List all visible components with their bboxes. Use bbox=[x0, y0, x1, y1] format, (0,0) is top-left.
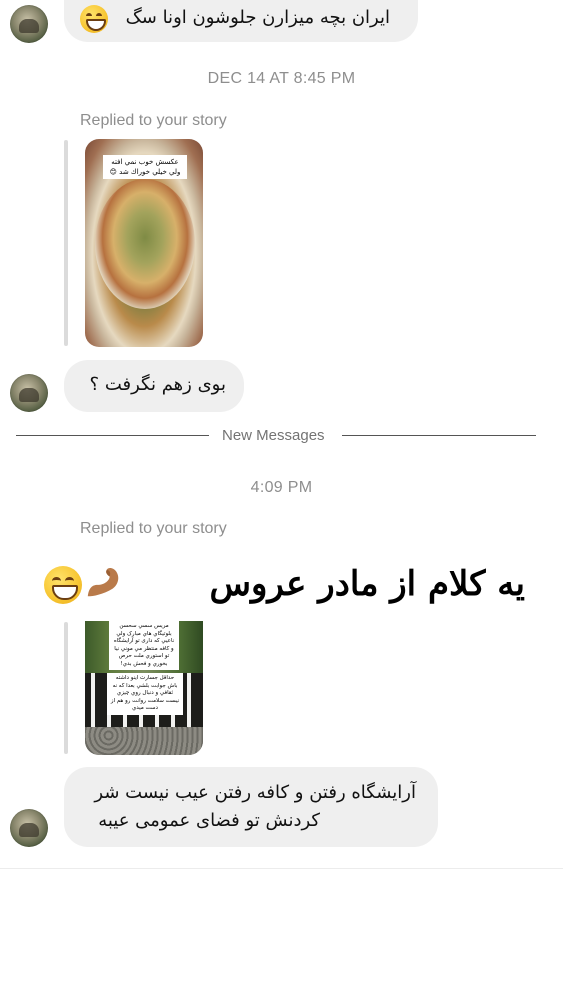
story-caption: عکسش خوب نمي افته ولي خيلي خوراك شد 😊 bbox=[103, 155, 187, 179]
reply-quote-bar bbox=[64, 622, 68, 754]
divider-right bbox=[342, 435, 536, 436]
story-thumbnail[interactable]: عکسش خوب نمي افته ولي خيلي خوراك شد 😊 bbox=[85, 139, 203, 347]
cobblestone-image bbox=[85, 727, 203, 755]
reply-quote-bar bbox=[64, 140, 68, 346]
avatar[interactable] bbox=[10, 809, 48, 847]
timestamp: DEC 14 AT 8:45 PM bbox=[207, 70, 356, 87]
story-caption: مريس سسي سحسن بلوتيگاي هاي مبارک ولي ناع… bbox=[109, 621, 179, 670]
avatar[interactable] bbox=[10, 374, 48, 412]
message-text: آرایشگاه رفتن و کافه رفتن عیب نیست شر bbox=[94, 782, 416, 803]
new-messages-label: New Messages bbox=[210, 427, 337, 444]
flexed-biceps-icon bbox=[87, 568, 119, 597]
food-plate-image bbox=[95, 179, 195, 309]
message-text: ایران بچه میزارن جلوشون اونا سگ bbox=[125, 7, 390, 28]
message-bubble[interactable]: بوی زهم نگرفت ؟ bbox=[64, 360, 244, 412]
grinning-face-icon bbox=[80, 5, 108, 33]
message-bubble-top[interactable]: ایران بچه میزارن جلوشون اونا سگ bbox=[64, 0, 418, 42]
avatar[interactable] bbox=[10, 5, 48, 43]
replied-label: Replied to your story bbox=[80, 112, 227, 129]
divider-left bbox=[16, 435, 209, 436]
grinning-face-icon bbox=[44, 566, 82, 604]
message-text: کردنش تو فضای عمومی عیبه bbox=[98, 810, 320, 831]
replied-label: Replied to your story bbox=[80, 520, 227, 537]
message-bubble[interactable]: آرایشگاه رفتن و کافه رفتن عیب نیست شر کر… bbox=[64, 767, 438, 847]
story-thumbnail[interactable]: مريس سسي سحسن بلوتيگاي هاي مبارک ولي ناع… bbox=[85, 621, 203, 755]
message-text: بوی زهم نگرفت ؟ bbox=[89, 374, 226, 395]
overlay-caption: یه کلام از مادر عروس bbox=[209, 564, 525, 604]
story-caption: حداقل جسارت اينو داشته باش جوابت بلشي بع… bbox=[107, 673, 183, 715]
divider bbox=[0, 868, 563, 869]
timestamp: 4:09 PM bbox=[250, 479, 313, 496]
